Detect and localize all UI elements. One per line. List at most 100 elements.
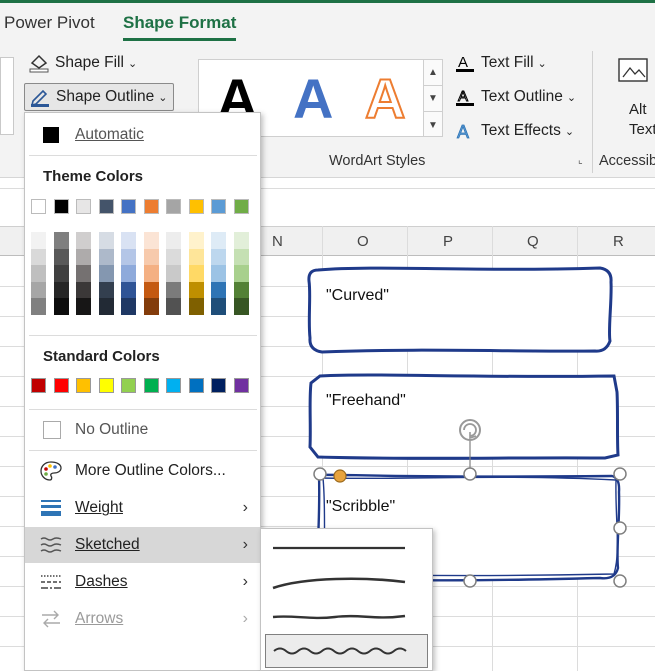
theme-shade-swatch[interactable] [233,232,249,249]
theme-shade-swatch[interactable] [211,265,226,282]
weight-label: Weight [75,499,123,516]
standard-color-swatch[interactable] [53,378,69,393]
theme-shade-swatch[interactable] [53,248,69,265]
theme-shade-swatch[interactable] [121,232,136,249]
curved-shape-text[interactable]: "Curved" [326,287,389,305]
arrows-label: Arrows [75,610,124,627]
menu-item-arrows[interactable]: Arrows › [25,601,260,637]
menu-divider [29,335,257,336]
theme-shade-swatch[interactable] [76,265,91,282]
theme-shade-swatch[interactable] [31,281,46,298]
standard-color-swatch[interactable] [166,378,181,393]
theme-color-swatch[interactable] [166,199,181,214]
resize-handle[interactable] [613,521,627,535]
theme-shade-swatch[interactable] [121,248,136,265]
theme-shade-swatch[interactable] [76,281,91,298]
theme-color-swatch[interactable] [233,199,249,214]
theme-shade-swatch[interactable] [143,281,159,298]
theme-shade-swatch[interactable] [233,248,249,265]
standard-color-swatch[interactable] [76,378,91,393]
standard-color-swatch[interactable] [211,378,226,393]
theme-shade-swatch[interactable] [211,298,226,315]
freehand-shape-text[interactable]: "Freehand" [326,392,406,410]
theme-shade-swatch[interactable] [121,298,136,315]
theme-color-swatch[interactable] [53,199,69,214]
theme-shade-swatch[interactable] [188,232,204,249]
sketch-style-curved[interactable] [265,567,428,601]
theme-shade-swatch[interactable] [188,248,204,265]
theme-shade-swatch[interactable] [98,281,114,298]
theme-shade-swatch[interactable] [76,298,91,315]
theme-shade-swatch[interactable] [188,281,204,298]
chevron-right-icon: › [242,536,248,553]
standard-color-swatch[interactable] [143,378,159,393]
menu-item-automatic[interactable]: Automatic [25,117,260,153]
menu-item-weight[interactable]: Weight › [25,490,260,526]
theme-shade-swatch[interactable] [31,248,46,265]
theme-shade-swatch[interactable] [166,248,181,265]
theme-color-swatch[interactable] [31,199,46,214]
standard-color-swatch[interactable] [98,378,114,393]
theme-shade-swatch[interactable] [166,298,181,315]
theme-shade-swatch[interactable] [76,248,91,265]
theme-shade-swatch[interactable] [188,298,204,315]
standard-color-swatch[interactable] [188,378,204,393]
sketch-style-scribble[interactable] [265,634,428,668]
theme-shade-swatch[interactable] [31,298,46,315]
theme-color-swatch[interactable] [188,199,204,214]
freehand-shape[interactable] [308,373,620,460]
automatic-label: Automatic [75,126,144,143]
theme-shade-swatch[interactable] [188,265,204,282]
theme-shade-swatch[interactable] [143,232,159,249]
theme-shade-swatch[interactable] [98,265,114,282]
resize-handle[interactable] [613,574,627,588]
theme-shade-swatch[interactable] [233,281,249,298]
sketch-line-scribble [273,647,407,655]
theme-shade-swatch[interactable] [233,265,249,282]
resize-handle[interactable] [613,467,627,481]
theme-shade-swatch[interactable] [98,232,114,249]
menu-item-sketched[interactable]: Sketched › [25,527,260,563]
scribble-shape-text[interactable]: "Scribble" [326,498,395,516]
resize-handle[interactable] [313,467,327,481]
theme-shade-swatch[interactable] [31,232,46,249]
menu-item-dashes[interactable]: Dashes › [25,564,260,600]
theme-shade-swatch[interactable] [53,232,69,249]
rotate-handle-icon[interactable] [459,419,481,441]
theme-color-swatch[interactable] [121,199,136,214]
theme-shade-swatch[interactable] [143,248,159,265]
standard-color-swatch[interactable] [233,378,249,393]
theme-color-swatch[interactable] [211,199,226,214]
standard-color-swatch[interactable] [121,378,136,393]
theme-shade-swatch[interactable] [143,265,159,282]
theme-shade-swatch[interactable] [211,281,226,298]
theme-shade-swatch[interactable] [233,298,249,315]
theme-shade-swatch[interactable] [53,298,69,315]
resize-handle[interactable] [463,574,477,588]
sketch-style-none[interactable] [265,531,428,565]
theme-shade-swatch[interactable] [98,248,114,265]
theme-shade-swatch[interactable] [121,281,136,298]
theme-color-swatch[interactable] [143,199,159,214]
theme-shade-swatch[interactable] [53,281,69,298]
standard-color-swatch[interactable] [31,378,46,393]
theme-shade-swatch[interactable] [166,281,181,298]
resize-handle[interactable] [463,467,477,481]
adjust-handle[interactable] [333,469,347,483]
theme-shade-swatch[interactable] [166,232,181,249]
theme-shade-swatch[interactable] [211,232,226,249]
theme-color-swatch[interactable] [76,199,91,214]
theme-shade-swatch[interactable] [143,298,159,315]
theme-shade-swatch[interactable] [166,265,181,282]
theme-shade-swatch[interactable] [98,298,114,315]
theme-shade-swatch[interactable] [76,232,91,249]
theme-color-swatch[interactable] [98,199,114,214]
menu-item-no-outline[interactable]: No Outline [25,412,260,448]
theme-shade-swatch[interactable] [31,265,46,282]
theme-shade-swatch[interactable] [211,248,226,265]
menu-item-more-outline-colors[interactable]: More Outline Colors... [25,453,260,489]
theme-shade-swatch[interactable] [121,265,136,282]
curved-shape[interactable] [307,266,613,354]
sketch-style-freehand[interactable] [265,601,428,635]
theme-shade-swatch[interactable] [53,265,69,282]
